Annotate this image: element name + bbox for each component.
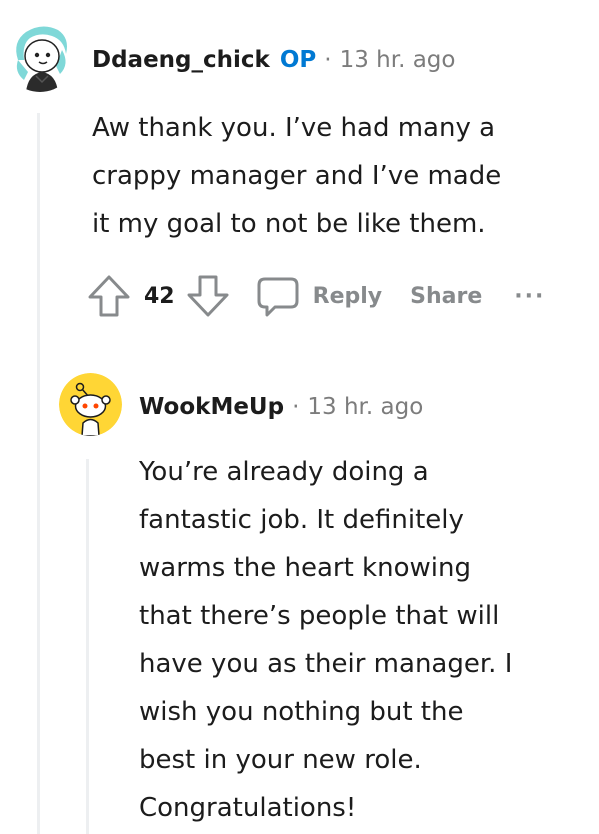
reply-body-line: that there’s people that will — [139, 601, 500, 631]
reply-body-line: Congratulations! — [139, 793, 357, 823]
snoo-avatar-icon — [59, 373, 122, 436]
vote-score: 42 — [144, 283, 175, 309]
downvote-arrow-icon[interactable] — [185, 273, 231, 319]
op-badge: OP — [279, 47, 317, 73]
share-button[interactable]: Share — [410, 284, 482, 309]
thread-line-reply[interactable] — [86, 459, 89, 834]
comment-bubble-icon[interactable] — [255, 273, 301, 319]
more-options-icon[interactable]: ··· — [514, 284, 545, 309]
reply-body-line: wish you nothing but the — [139, 697, 464, 727]
reply-body-line: You’re already doing a — [139, 457, 429, 487]
reply-body: You’re already doing a fantastic job. It… — [139, 448, 579, 832]
user-avatar-illustration — [4, 20, 76, 92]
comment-action-bar: 42 Reply Share ··· — [86, 272, 545, 320]
reply-body-line: best in your new role. — [139, 745, 422, 775]
reply-body-line: have you as their manager. I — [139, 649, 513, 679]
comment-body-line: Aw thank you. I’ve had many a — [92, 113, 496, 143]
reply-timestamp[interactable]: 13 hr. ago — [307, 394, 423, 420]
avatar-ddaeng-chick[interactable] — [4, 20, 76, 92]
avatar-wookmeup[interactable] — [59, 373, 122, 436]
comment-meta: Ddaeng_chick OP · 13 hr. ago — [92, 47, 455, 73]
comment-body-line: it my goal to not be like them. — [92, 209, 486, 239]
reply-body-line: fantastic job. It definitely — [139, 505, 464, 535]
comment-author-username[interactable]: Ddaeng_chick — [92, 47, 270, 73]
reply-author-username[interactable]: WookMeUp — [139, 394, 284, 420]
reply-meta: WookMeUp · 13 hr. ago — [139, 394, 423, 420]
comment-body-line: crappy manager and I’ve made — [92, 161, 502, 191]
reply-body-line: warms the heart knowing — [139, 553, 471, 583]
thread-line-comment[interactable] — [37, 113, 40, 834]
meta-separator: · — [292, 394, 300, 420]
comment-timestamp[interactable]: 13 hr. ago — [340, 47, 456, 73]
meta-separator: · — [324, 47, 332, 73]
comment-body: Aw thank you. I’ve had many a crappy man… — [92, 104, 572, 248]
reply-button[interactable]: Reply — [313, 284, 383, 309]
upvote-arrow-icon[interactable] — [86, 273, 132, 319]
